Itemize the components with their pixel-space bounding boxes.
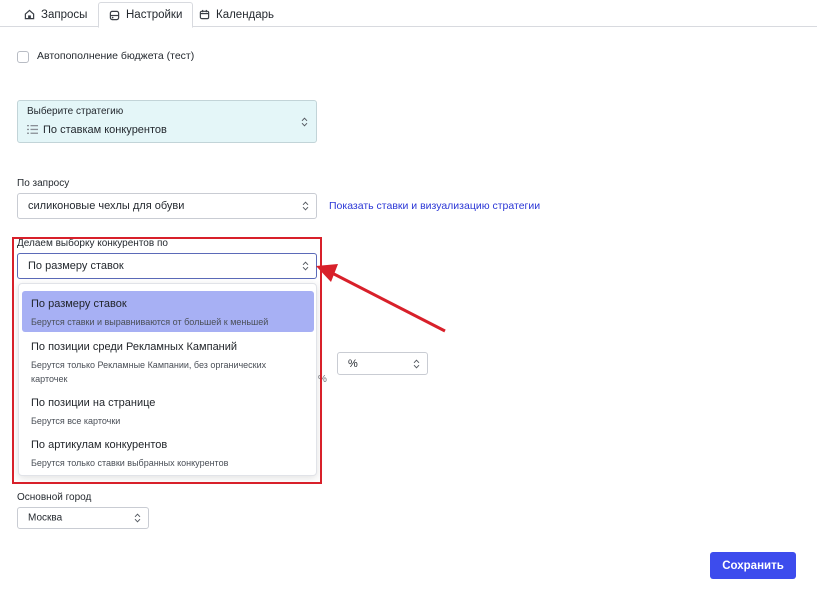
- show-bids-link[interactable]: Показать ставки и визуализацию стратегии: [329, 200, 540, 212]
- tab-label: Настройки: [126, 9, 183, 21]
- city-label: Основной город: [17, 492, 92, 503]
- strategy-select[interactable]: Выберите стратегию По ставкам конкуренто…: [17, 100, 317, 143]
- tab-label: Календарь: [216, 8, 275, 21]
- city-select[interactable]: Москва: [17, 507, 149, 529]
- city-value: Москва: [28, 512, 63, 524]
- query-label: По запросу: [17, 178, 70, 189]
- list-icon: [27, 125, 38, 134]
- save-button[interactable]: Сохранить: [710, 552, 796, 579]
- highlight-frame: [12, 237, 322, 484]
- autofill-checkbox[interactable]: [17, 51, 29, 63]
- tab-settings[interactable]: Настройки: [98, 2, 194, 28]
- chevron-updown-icon: [134, 513, 141, 523]
- chevron-updown-icon: [413, 358, 420, 369]
- tab-requests[interactable]: Запросы: [14, 2, 97, 27]
- tab-calendar[interactable]: Календарь: [189, 2, 284, 27]
- tab-label: Запросы: [41, 8, 88, 21]
- query-value: силиконовые чехлы для обуви: [28, 200, 185, 212]
- percent-value: %: [348, 357, 358, 370]
- strategy-caption: Выберите стратегию: [27, 106, 124, 117]
- calendar-icon: [199, 9, 210, 20]
- settings-icon: [109, 10, 120, 20]
- chevron-updown-icon: [301, 117, 308, 127]
- query-select[interactable]: силиконовые чехлы для обуви: [17, 193, 317, 219]
- autofill-label: Автопополнение бюджета (тест): [37, 50, 195, 62]
- home-icon: [24, 9, 35, 20]
- percent-select[interactable]: %: [337, 352, 428, 375]
- strategy-value: По ставкам конкурентов: [43, 124, 167, 136]
- tab-bar: Запросы Настройки Календарь: [0, 0, 817, 28]
- chevron-updown-icon: [302, 201, 309, 211]
